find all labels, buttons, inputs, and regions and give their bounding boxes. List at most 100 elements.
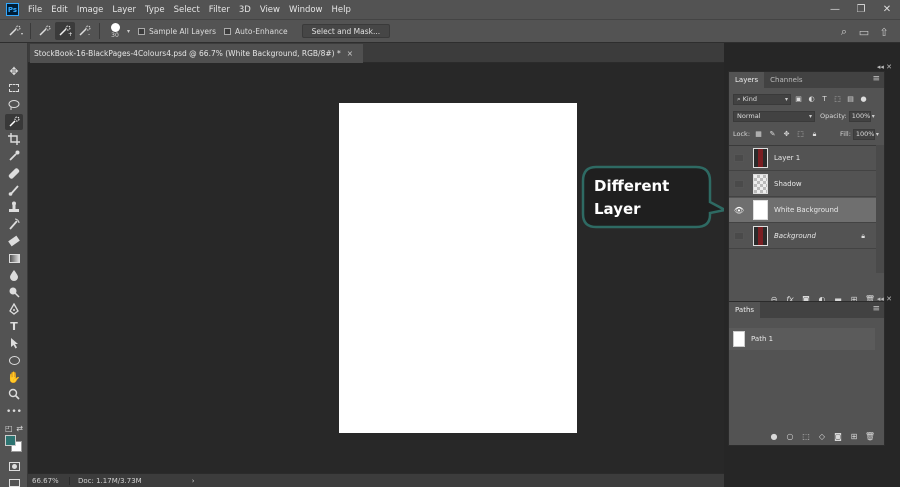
pen-tool-icon[interactable] [5,301,23,317]
paths-list-item[interactable]: Path 1 [729,328,875,350]
hamburger-menu-icon[interactable]: ≡ [872,305,880,314]
close-window-button[interactable]: ✕ [874,0,900,19]
layer-row[interactable]: 👁︎ White Background [729,198,877,223]
smart-object-filter-icon[interactable]: ▤ [845,94,856,105]
adjustment-filter-icon[interactable]: ◐ [806,94,817,105]
visibility-toggle[interactable] [734,154,744,162]
tab-layers[interactable]: Layers [729,72,765,88]
chevron-down-icon[interactable]: ▾ [127,28,130,35]
blend-mode-select[interactable]: Normal ▾ [733,110,815,122]
lock-position-icon[interactable]: ✥ [781,130,792,138]
add-to-selection-button[interactable]: + [55,22,75,40]
menu-help[interactable]: Help [332,5,351,15]
trash-icon[interactable]: 🗑︎ [862,432,878,441]
move-tool-icon[interactable]: ✥ [5,63,23,79]
new-selection-button[interactable] [35,22,55,40]
sample-all-layers-option[interactable]: Sample All Layers [138,27,216,36]
search-icon[interactable]: ⌕ [834,24,854,40]
lock-all-icon[interactable]: 🔒︎ [809,130,820,139]
layer-row[interactable]: Layer 1 [729,146,877,171]
subtract-from-selection-button[interactable]: - [75,22,95,40]
auto-enhance-option[interactable]: Auto-Enhance [224,27,288,36]
separator [30,23,31,39]
layer-row[interactable]: Background 🔒︎ [729,224,877,249]
minimize-button[interactable]: — [822,0,848,19]
close-icon[interactable]: × [347,49,353,58]
type-tool-icon[interactable]: T [5,318,23,334]
more-tools-icon[interactable]: ••• [5,404,23,420]
ellipse-tool-icon[interactable] [5,352,23,368]
brush-tool-icon[interactable] [5,182,23,198]
type-filter-icon[interactable]: T [819,94,830,105]
quick-selection-tool-icon[interactable] [5,114,23,130]
canvas-area[interactable] [28,63,724,473]
auto-enhance-checkbox[interactable] [224,27,232,35]
workspace-icon[interactable]: ▭ [854,24,874,40]
screen-mode-icon[interactable] [5,475,23,487]
quick-mask-icon[interactable] [5,458,23,474]
tab-channels[interactable]: Channels [764,72,808,88]
crop-tool-icon[interactable] [5,131,23,147]
menu-filter[interactable]: Filter [209,5,230,15]
visibility-toggle[interactable] [734,180,744,188]
clone-stamp-tool-icon[interactable] [5,199,23,215]
filter-kind-select[interactable]: ⌕ Kind ▾ [733,93,791,105]
tool-preset-picker[interactable] [6,22,26,40]
chevron-down-icon[interactable]: ▾ [872,113,875,120]
make-work-path-icon[interactable]: ◇ [814,432,830,441]
lock-artboard-icon[interactable]: ⬚ [795,130,806,138]
path-selection-tool-icon[interactable] [5,335,23,351]
menu-layer[interactable]: Layer [112,5,136,15]
eraser-tool-icon[interactable] [5,233,23,249]
collapse-panels-icon[interactable]: ◂◂ ✕ [877,63,892,71]
eyedropper-tool-icon[interactable] [5,148,23,164]
fill-path-icon[interactable]: ● [766,432,782,441]
healing-brush-tool-icon[interactable] [5,165,23,181]
stroke-path-icon[interactable]: ○ [782,432,798,441]
shape-filter-icon[interactable]: ⬚ [832,94,843,105]
status-menu-arrow[interactable]: › [192,477,195,485]
marquee-tool-icon[interactable] [5,80,23,96]
share-icon[interactable]: ⇧ [874,24,894,40]
chevron-down-icon[interactable]: ▾ [876,131,879,138]
layer-row[interactable]: Shadow [729,172,877,197]
menu-file[interactable]: File [28,5,42,15]
dodge-tool-icon[interactable] [5,284,23,300]
menu-3d[interactable]: 3D [239,5,251,15]
lock-image-icon[interactable]: ✎ [767,130,778,138]
brush-size-picker[interactable]: 30 [104,22,126,40]
layers-scrollbar[interactable] [876,145,884,273]
eye-icon[interactable]: 👁︎ [734,206,744,215]
menu-edit[interactable]: Edit [51,5,67,15]
blur-tool-icon[interactable] [5,267,23,283]
zoom-tool-icon[interactable] [5,386,23,402]
filter-toggle-icon[interactable]: ● [858,94,869,105]
restore-button[interactable]: ❐ [848,0,874,19]
menu-select[interactable]: Select [174,5,200,15]
menu-type[interactable]: Type [145,5,165,15]
tab-paths[interactable]: Paths [729,302,761,318]
pixel-filter-icon[interactable]: ▣ [793,94,804,105]
load-selection-icon[interactable]: ⬚ [798,432,814,441]
hand-tool-icon[interactable]: ✋ [5,369,23,385]
opacity-input[interactable]: 100% [848,110,871,122]
default-colors-icon[interactable]: ◰ ⇄ [5,420,23,436]
lock-transparent-icon[interactable]: ▦ [753,130,764,138]
lasso-tool-icon[interactable] [5,97,23,113]
visibility-toggle[interactable] [734,232,744,240]
sample-all-layers-checkbox[interactable] [138,27,146,35]
add-mask-icon[interactable]: ◙ [830,432,846,441]
hamburger-menu-icon[interactable]: ≡ [872,75,880,84]
document-canvas[interactable] [339,103,577,433]
zoom-level[interactable]: 66.67% [28,476,70,485]
menu-window[interactable]: Window [289,5,323,15]
history-brush-tool-icon[interactable] [5,216,23,232]
select-and-mask-button[interactable]: Select and Mask... [301,24,391,38]
foreground-color-swatch[interactable] [5,435,16,446]
new-path-icon[interactable]: ⊞ [846,432,862,441]
menu-view[interactable]: View [260,5,280,15]
menu-image[interactable]: Image [77,5,104,15]
document-tab[interactable]: StockBook-16-BlackPages-4Colours4.psd @ … [30,44,363,63]
fill-input[interactable]: 100% [852,128,875,140]
gradient-tool-icon[interactable] [5,250,23,266]
